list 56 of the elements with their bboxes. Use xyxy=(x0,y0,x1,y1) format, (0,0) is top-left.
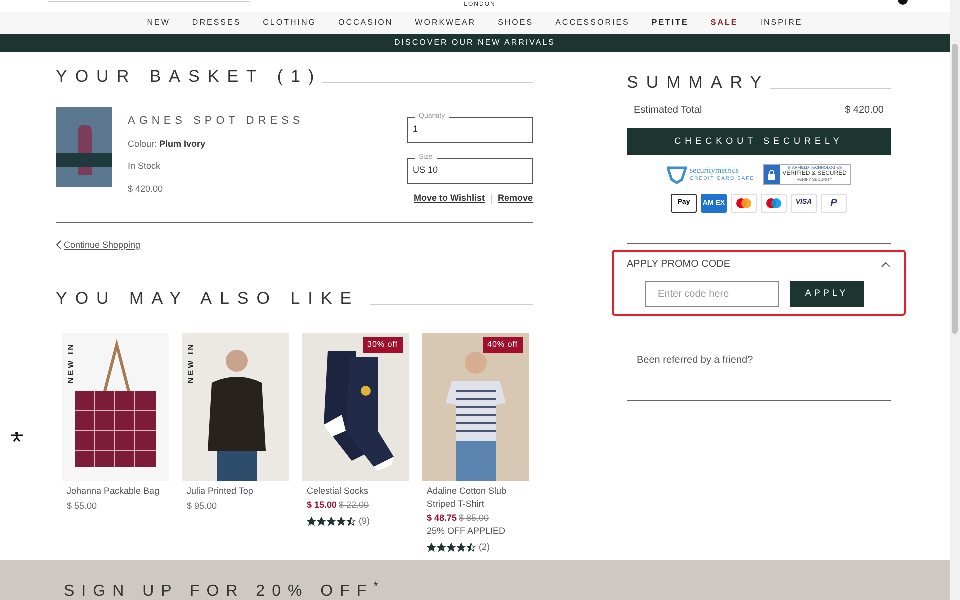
nav-link[interactable]: OCCASION xyxy=(338,19,394,27)
product-name[interactable]: Celestial Socks xyxy=(307,485,409,498)
stock-status: In Stock xyxy=(128,160,162,173)
product-name[interactable]: Adaline Cotton Slub Striped T-Shirt xyxy=(427,485,529,511)
scrollbar-thumb[interactable] xyxy=(952,44,958,334)
nav-link[interactable]: PETITE xyxy=(652,19,689,27)
review-count: (2) xyxy=(479,541,490,554)
section-heading: SUMMARY xyxy=(627,74,770,91)
nav-link[interactable]: INSPIRE xyxy=(760,19,803,27)
promo-banner[interactable]: DISCOVER OUR NEW ARRIVALS xyxy=(0,34,950,52)
overlapping-circles-icon xyxy=(735,198,753,209)
promo-code-field[interactable]: Enter code here xyxy=(645,281,779,307)
product-price: $ 95.00 xyxy=(187,500,218,513)
product-price: $ 420.00 xyxy=(128,182,164,196)
nav-link[interactable]: SHOES xyxy=(498,19,534,27)
chevron-left-icon xyxy=(56,240,62,250)
section-heading: YOUR BASKET (1) xyxy=(56,68,322,85)
product-name[interactable]: Julia Printed Top xyxy=(187,485,289,498)
continue-shopping-link[interactable]: Continue Shopping xyxy=(56,238,141,252)
nav-link[interactable]: SALE xyxy=(710,19,738,27)
total-label: Estimated Total xyxy=(634,104,702,118)
nav-link[interactable]: WORKWEAR xyxy=(415,19,476,27)
paypal-logo: P xyxy=(821,194,847,213)
apply-button[interactable]: APPLY xyxy=(790,281,864,307)
section-heading: YOU MAY ALSO LIKE xyxy=(56,290,360,307)
review-count: (9) xyxy=(359,515,370,528)
nav-link[interactable]: NEW xyxy=(147,19,170,27)
sale-price: $ 48.75 xyxy=(427,512,458,525)
product-colour: Colour: Plum Ivory xyxy=(128,138,207,151)
signup-heading: SIGN UP FOR 20% OFF$^{*}$ xyxy=(64,584,386,600)
account-icon xyxy=(898,0,908,5)
checkout-button[interactable]: CHECKOUT SECURELY xyxy=(627,128,891,155)
product-name[interactable]: AGNES SPOT DRESS xyxy=(128,113,407,130)
shield-icon xyxy=(667,166,688,184)
promo-toggle[interactable]: APPLY PROMO CODE xyxy=(627,257,891,272)
total-amount: $ 420.00 xyxy=(845,104,884,118)
chevron-up-icon xyxy=(881,262,891,268)
new-in-label: NEW IN xyxy=(186,342,196,385)
overlapping-circles-icon xyxy=(765,198,783,209)
new-in-label: NEW IN xyxy=(66,342,76,385)
product-price: $ 55.00 xyxy=(67,500,98,513)
referral-link[interactable]: Been referred by a friend? xyxy=(637,353,891,368)
discount-badge: 30% off xyxy=(362,337,403,353)
text-link[interactable]: Move to Wishlist xyxy=(414,192,485,206)
discount-badge: 40% off xyxy=(482,337,523,353)
padlock-icon xyxy=(768,170,776,180)
discount-note: 25% OFF APPLIED xyxy=(427,525,507,538)
original-price: $ 85.00 xyxy=(459,512,490,525)
accessibility-icon xyxy=(10,432,24,442)
sale-price: $ 15.00 xyxy=(307,499,338,512)
text-link[interactable]: Remove xyxy=(498,192,533,206)
product-name[interactable]: Johanna Packable Bag xyxy=(67,485,169,498)
nav-link[interactable]: CLOTHING xyxy=(263,19,316,27)
original-price: $ 22.00 xyxy=(339,499,370,512)
nav-link[interactable]: ACCESSORIES xyxy=(556,19,630,27)
nav-link[interactable]: DRESSES xyxy=(192,19,242,27)
